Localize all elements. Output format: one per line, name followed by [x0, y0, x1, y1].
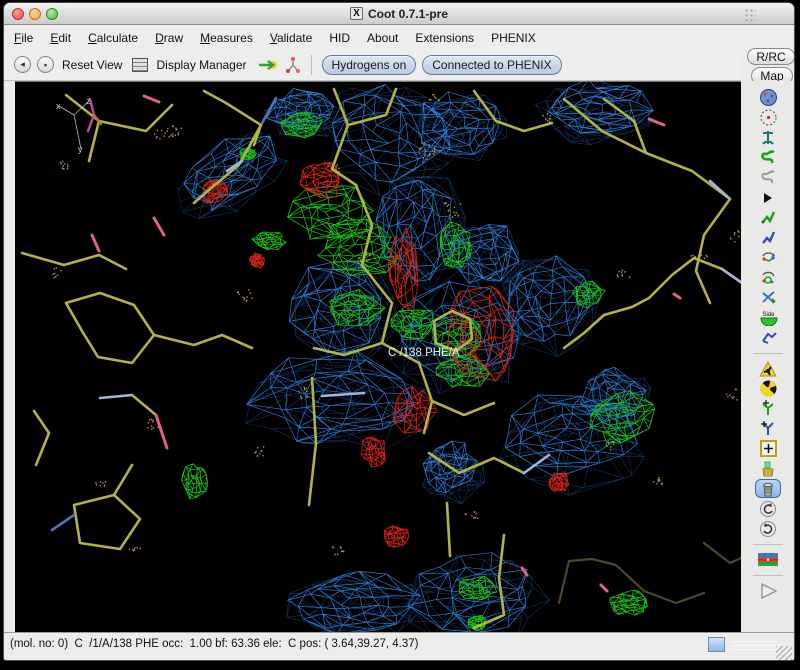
place-atom-icon[interactable]	[755, 439, 781, 458]
toolbar-separator	[753, 575, 783, 576]
undo-icon[interactable]	[755, 499, 781, 518]
flip-peptide-icon[interactable]	[755, 328, 781, 347]
regularize-icon[interactable]	[755, 168, 781, 187]
minimize-button[interactable]	[29, 8, 41, 20]
reset-view-button[interactable]: Reset View	[62, 58, 122, 72]
window-title-text: Coot 0.7.1-pre	[368, 7, 448, 21]
molecular-scene: x y z C /138 PHE/A	[15, 82, 742, 633]
grip-lines	[732, 641, 776, 651]
molecule-icon[interactable]	[285, 56, 301, 74]
resize-grip[interactable]	[776, 646, 792, 660]
toolbar-separator	[753, 353, 783, 354]
hydrogens-toggle-button[interactable]: Hydrogens on	[322, 55, 417, 75]
atom-label: C /138 PHE/A	[388, 347, 460, 359]
app-window: X Coot 0.7.1-pre File Edit Calculate Draw Me…	[3, 2, 795, 661]
axis-label-x: x	[56, 101, 61, 111]
go-arrow-icon[interactable]	[257, 57, 279, 73]
redo-icon[interactable]	[755, 519, 781, 538]
menu-item-validate[interactable]: Validate	[270, 31, 313, 45]
mutate-icon[interactable]	[755, 359, 781, 378]
phenix-connection-button[interactable]: Connected to PHENIX	[422, 55, 561, 75]
rot-trans-zone-icon[interactable]	[755, 228, 781, 247]
view-sphere-icon[interactable]	[755, 88, 781, 107]
menu-item-extensions[interactable]: Extensions	[415, 31, 474, 45]
simple-mutate-icon[interactable]	[755, 379, 781, 398]
gl-canvas[interactable]: x y z C /138 PHE/A	[14, 81, 741, 632]
real-space-refine-icon[interactable]	[755, 148, 781, 167]
zoom-button[interactable]	[46, 8, 58, 20]
close-button[interactable]	[12, 8, 24, 20]
status-scrollbar-thumb[interactable]	[708, 637, 725, 652]
axis-label-z: z	[86, 96, 91, 106]
display-manager-button[interactable]: Display Manager	[156, 58, 246, 72]
recentre-icon[interactable]	[755, 108, 781, 127]
menu-grip-icon[interactable]	[744, 8, 756, 21]
title-bar[interactable]: X Coot 0.7.1-pre	[4, 3, 794, 25]
fixed-atoms-icon[interactable]	[755, 188, 781, 207]
toolbar: ◂ ▪ Reset View Display Manager Hydrogens…	[4, 49, 741, 81]
menu-item-phenix[interactable]: PHENIX	[491, 31, 536, 45]
display-manager-icon[interactable]	[132, 58, 148, 72]
toolbar-separator	[311, 55, 312, 75]
anchor-icon[interactable]	[755, 128, 781, 147]
axis-label-y: y	[78, 144, 83, 154]
clear-pending-icon[interactable]	[755, 459, 781, 478]
menu-item-calculate[interactable]: Calculate	[88, 31, 138, 45]
x11-icon: X	[350, 7, 363, 20]
model-toolbar: Side	[741, 81, 795, 632]
side-chain-flip-icon[interactable]: Side	[755, 308, 781, 327]
menu-item-file[interactable]: File	[14, 31, 33, 45]
rrc-button[interactable]: R/RC	[747, 48, 795, 65]
window-title: X Coot 0.7.1-pre	[350, 7, 448, 21]
status-text: (mol. no: 0) C /1/A/138 PHE occ: 1.00 bf…	[10, 638, 418, 650]
delete-item-icon[interactable]	[755, 479, 781, 498]
menu-bar: File Edit Calculate Draw Measures Validate HID…	[4, 26, 794, 49]
menu-item-hid[interactable]: HID	[329, 31, 350, 45]
menu-item-edit[interactable]: Edit	[50, 31, 71, 45]
svg-text:Side: Side	[762, 312, 775, 318]
rigid-body-fit-icon[interactable]	[755, 208, 781, 227]
ligand-flag-icon[interactable]	[755, 550, 781, 569]
add-alt-conf-icon[interactable]	[755, 419, 781, 438]
edit-chi-angles-icon[interactable]	[755, 288, 781, 307]
menu-item-about[interactable]: About	[367, 31, 398, 45]
rotamers-icon[interactable]	[755, 268, 781, 287]
menu-item-draw[interactable]: Draw	[155, 31, 183, 45]
auto-fit-rotamer-icon[interactable]	[755, 248, 781, 267]
menu-item-measures[interactable]: Measures	[200, 31, 253, 45]
back-view-button[interactable]: ◂	[14, 56, 31, 73]
run-script-icon[interactable]	[755, 581, 781, 600]
record-view-button[interactable]: ▪	[37, 56, 54, 73]
status-bar: (mol. no: 0) C /1/A/138 PHE occ: 1.00 bf…	[4, 632, 794, 661]
toolbar-separator	[753, 544, 783, 545]
add-terminal-residue-icon[interactable]	[755, 399, 781, 418]
